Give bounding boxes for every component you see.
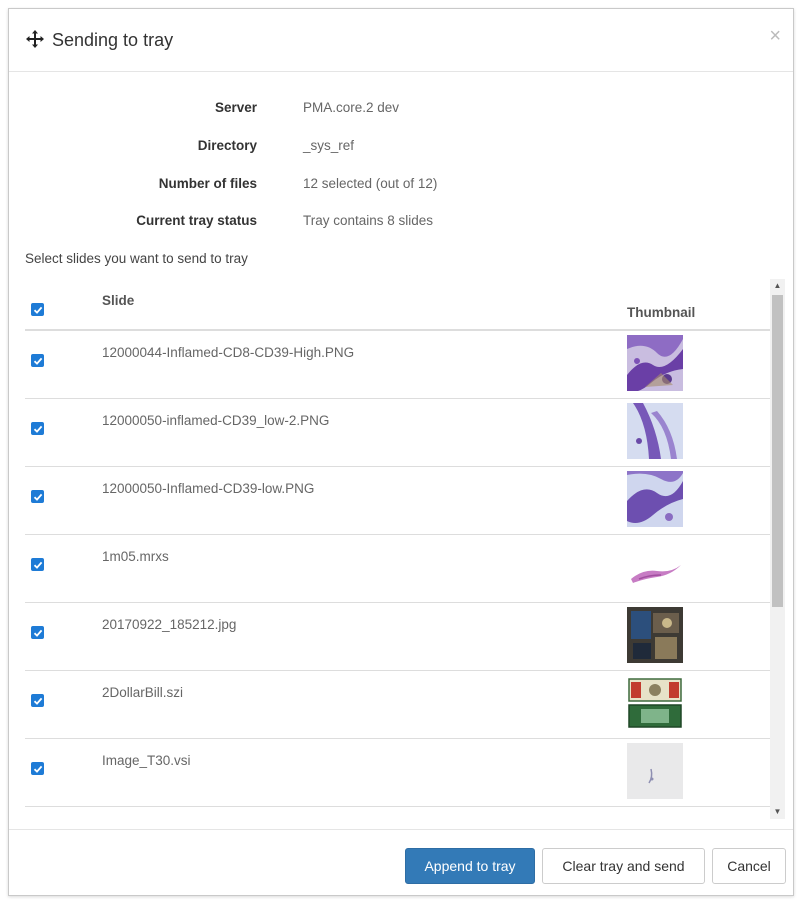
slide-name: 12000044-Inflamed-CD8-CD39-High.PNG — [102, 345, 355, 360]
slide-name: 12000050-Inflamed-CD39-low.PNG — [102, 481, 315, 496]
row-checkbox[interactable] — [31, 354, 44, 367]
checkmark-icon — [33, 306, 42, 314]
directory-value: _sys_ref — [303, 138, 355, 153]
checkmark-icon — [33, 629, 42, 637]
row-checkbox[interactable] — [31, 694, 44, 707]
slide-name: 2DollarBill.szi — [102, 685, 184, 700]
table-row: 12000050-Inflamed-CD39-low.PNG — [25, 467, 771, 535]
table-scrollbar[interactable]: ▲ ▼ — [770, 279, 785, 819]
directory-label: Directory — [197, 138, 257, 153]
table-row: 20170922_185212.jpg — [25, 603, 771, 671]
slide-thumbnail[interactable] — [627, 335, 683, 391]
table-row: 2DollarBill.szi — [25, 671, 771, 739]
slide-thumbnail[interactable] — [627, 471, 683, 527]
close-icon[interactable]: × — [769, 25, 781, 48]
number-of-files-value: 12 selected (out of 12) — [303, 176, 438, 191]
arrow-up-icon[interactable]: ▲ — [770, 279, 785, 293]
slides-table: Slide Thumbnail 12000044-Inflamed-CD8-CD… — [25, 279, 771, 807]
table-header: Slide Thumbnail — [25, 279, 771, 331]
slide-thumbnail[interactable] — [627, 539, 683, 595]
scrollbar-thumb[interactable] — [772, 295, 783, 607]
table-row: Image_T30.vsi — [25, 739, 771, 807]
checkmark-icon — [33, 493, 42, 501]
dialog-title: Sending to tray — [52, 30, 174, 50]
number-of-files-label: Number of files — [158, 176, 257, 191]
server-value: PMA.core.2 dev — [303, 100, 400, 115]
slide-thumbnail[interactable] — [627, 675, 683, 731]
slide-thumbnail[interactable] — [627, 743, 683, 799]
slide-thumbnail[interactable] — [627, 607, 683, 663]
move-icon[interactable] — [25, 29, 45, 49]
clear-tray-and-send-button[interactable]: Clear tray and send — [542, 848, 705, 884]
dialog-footer: Append to tray Clear tray and send Cance… — [9, 829, 793, 895]
row-checkbox[interactable] — [31, 422, 44, 435]
slide-name: 20170922_185212.jpg — [102, 617, 237, 632]
slide-thumbnail[interactable] — [627, 403, 683, 459]
checkmark-icon — [33, 561, 42, 569]
checkmark-icon — [33, 357, 42, 365]
row-checkbox[interactable] — [31, 490, 44, 503]
checkmark-icon — [33, 425, 42, 433]
row-checkbox[interactable] — [31, 558, 44, 571]
thumbnail-column-header: Thumbnail — [627, 305, 696, 320]
select-all-checkbox[interactable] — [31, 303, 44, 316]
send-to-tray-dialog: Sending to tray × Server PMA.core.2 dev … — [8, 8, 794, 896]
row-checkbox[interactable] — [31, 762, 44, 775]
arrow-down-icon[interactable]: ▼ — [770, 805, 785, 819]
checkmark-icon — [33, 765, 42, 773]
slide-name: 1m05.mrxs — [102, 549, 169, 564]
row-checkbox[interactable] — [31, 626, 44, 639]
table-row: 12000044-Inflamed-CD8-CD39-High.PNG — [25, 331, 771, 399]
table-row: 12000050-inflamed-CD39_low-2.PNG — [25, 399, 771, 467]
dialog-header: Sending to tray × — [9, 9, 793, 72]
instruction-text: Select slides you want to send to tray — [25, 251, 248, 266]
tray-status-value: Tray contains 8 slides — [303, 213, 434, 228]
slide-name: 12000050-inflamed-CD39_low-2.PNG — [102, 413, 330, 428]
slides-table-scroll-area[interactable]: Slide Thumbnail 12000044-Inflamed-CD8-CD… — [25, 279, 787, 819]
tray-status-label: Current tray status — [136, 213, 257, 228]
server-label: Server — [214, 100, 257, 115]
checkmark-icon — [33, 697, 42, 705]
append-to-tray-button[interactable]: Append to tray — [405, 848, 535, 884]
slide-column-header: Slide — [102, 293, 135, 308]
slide-name: Image_T30.vsi — [102, 753, 191, 768]
table-row: 1m05.mrxs — [25, 535, 771, 603]
cancel-button[interactable]: Cancel — [712, 848, 786, 884]
